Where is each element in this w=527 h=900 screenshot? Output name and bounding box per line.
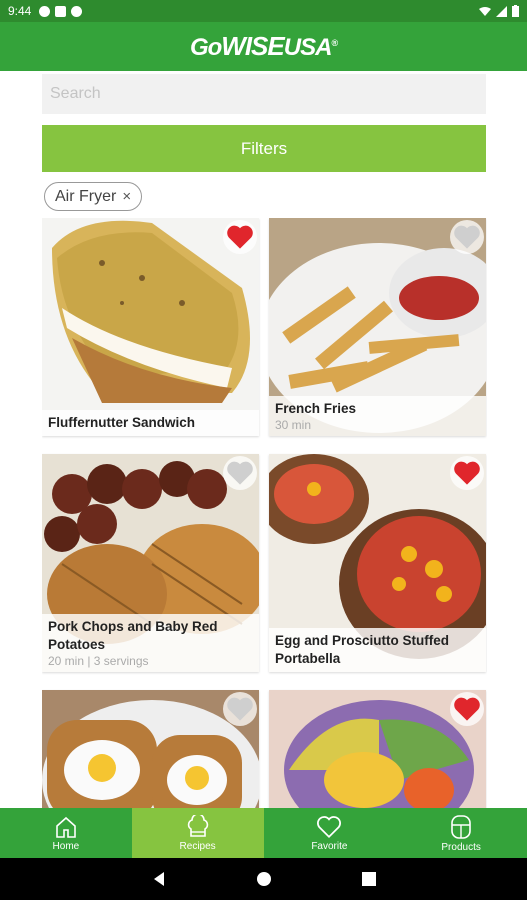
logo-go: Go (189, 34, 222, 61)
nav-label: Products (441, 841, 481, 853)
home-icon (56, 816, 76, 838)
app-header: GoWISEUSA® (0, 22, 527, 71)
recipe-caption: Egg and Prosciutto Stuffed Portabella (269, 628, 486, 672)
heart-outline-icon (227, 461, 253, 485)
logo-mark: ® (331, 38, 338, 48)
status-time: 9:44 (8, 4, 32, 18)
nav-item-products[interactable]: Products (395, 808, 527, 858)
recipe-card[interactable]: French Fries 30 min (269, 218, 486, 436)
nav-label: Recipes (179, 840, 216, 852)
nav-item-favorite[interactable]: Favorite (264, 808, 396, 858)
notification-sd-icon (55, 5, 67, 17)
status-notification-icons (39, 5, 83, 17)
back-icon[interactable] (152, 871, 166, 887)
recipe-photo (42, 218, 259, 436)
nav-label: Favorite (311, 840, 348, 852)
heart-filled-icon (454, 461, 480, 485)
recipe-title: Fluffernutter Sandwich (48, 415, 196, 430)
recipe-card[interactable]: Egg and Prosciutto Stuffed Portabella (269, 454, 486, 672)
recipe-caption: Fluffernutter Sandwich (42, 410, 259, 436)
nav-label: Home (52, 840, 80, 852)
heart-filled-icon (454, 697, 480, 721)
favorite-button[interactable] (450, 456, 484, 490)
nav-item-home[interactable]: Home (0, 808, 132, 858)
recipe-title: Pork Chops and Baby Red Potatoes (48, 619, 218, 652)
recipe-card[interactable] (42, 690, 259, 808)
filters-button[interactable]: Filters (42, 125, 486, 172)
recipe-meta: 30 min (275, 418, 312, 432)
search-input[interactable] (50, 85, 478, 103)
recipe-card[interactable]: Fluffernutter Sandwich (42, 218, 259, 436)
heart-icon (317, 815, 342, 838)
logo-usa: USA (283, 34, 333, 61)
recipe-title: Egg and Prosciutto Stuffed Portabella (275, 633, 449, 666)
favorite-button[interactable] (450, 220, 484, 254)
wifi-icon (479, 6, 491, 16)
recipe-caption: French Fries 30 min (269, 396, 486, 436)
chip-remove-icon[interactable]: × (122, 188, 131, 205)
heart-outline-icon (227, 697, 253, 721)
logo-wise: WISE (221, 31, 284, 61)
status-bar: 9:44 (0, 0, 527, 22)
recipe-card[interactable]: Pork Chops and Baby Red Potatoes 20 min … (42, 454, 259, 672)
favorite-button[interactable] (223, 220, 257, 254)
system-navigation-bar (0, 858, 527, 900)
notification-a-icon (39, 5, 51, 17)
status-system-icons (479, 5, 519, 17)
recipe-caption: Pork Chops and Baby Red Potatoes 20 min … (42, 614, 259, 672)
battery-icon (512, 5, 519, 17)
chef-hat-icon (187, 814, 208, 837)
signal-icon (496, 5, 507, 17)
notification-blocked-icon (71, 5, 83, 17)
heart-outline-icon (454, 225, 480, 249)
heart-filled-icon (227, 225, 253, 249)
filter-chip-air-fryer[interactable]: Air Fryer × (44, 182, 143, 211)
favorite-button[interactable] (450, 692, 484, 726)
search-bar[interactable] (42, 74, 486, 114)
bottom-navigation: Home Recipes Favorite Products (0, 808, 527, 858)
recipe-card[interactable] (269, 690, 486, 808)
home-circle-icon[interactable] (256, 871, 272, 887)
recipe-title: French Fries (275, 401, 357, 416)
favorite-button[interactable] (223, 692, 257, 726)
recipe-grid: Fluffernutter Sandwich French Fries 30 m… (42, 218, 487, 808)
air-fryer-icon (451, 814, 471, 839)
recipe-meta: 20 min | 3 servings (48, 654, 149, 668)
favorite-button[interactable] (223, 456, 257, 490)
nav-item-recipes[interactable]: Recipes (131, 808, 264, 858)
recents-icon[interactable] (361, 872, 376, 886)
gowise-logo: GoWISEUSA® (189, 31, 338, 62)
chip-label: Air Fryer (55, 187, 117, 205)
